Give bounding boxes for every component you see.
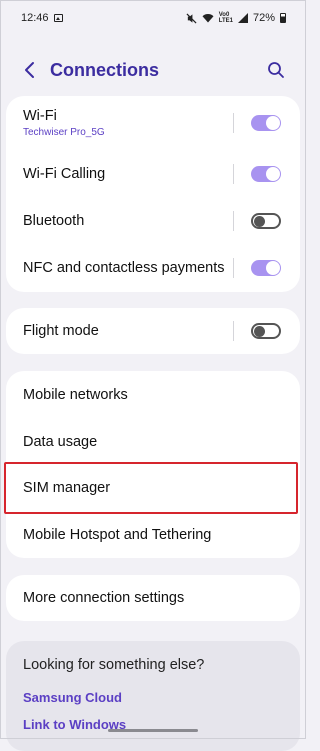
divider [233, 211, 234, 231]
connections-card-main: Wi-Fi Techwiser Pro_5G Wi-Fi Calling Blu… [6, 96, 300, 292]
network-card: Mobile networks Data usage SIM manager M… [6, 371, 300, 558]
toggle-knob [266, 116, 280, 130]
bluetooth-toggle[interactable] [251, 213, 281, 229]
app-header: Connections [0, 52, 306, 88]
samsung-cloud-link[interactable]: Samsung Cloud [23, 690, 122, 705]
bluetooth-row[interactable]: Bluetooth [6, 198, 300, 244]
flight-mode-toggle[interactable] [251, 323, 281, 339]
data-usage-label: Data usage [23, 433, 98, 450]
divider [233, 258, 234, 278]
wifi-calling-toggle[interactable] [251, 166, 281, 182]
divider [233, 321, 234, 341]
wifi-toggle[interactable] [251, 115, 281, 131]
more-connection-settings-row[interactable]: More connection settings [6, 575, 300, 621]
wifi-row[interactable]: Wi-Fi Techwiser Pro_5G [6, 100, 300, 146]
wifi-label: Wi-Fi [23, 108, 57, 124]
gallery-icon [53, 14, 63, 22]
status-time: 12:46 [21, 12, 49, 24]
search-icon[interactable] [264, 58, 288, 82]
toggle-knob [266, 261, 280, 275]
wifi-calling-label: Wi-Fi Calling [23, 166, 106, 182]
wifi-text: Wi-Fi Techwiser Pro_5G [23, 108, 105, 138]
mobile-networks-row[interactable]: Mobile networks [6, 371, 300, 418]
status-bar: 12:46 Vo0 LTE1 72% [0, 0, 306, 36]
page-title: Connections [50, 59, 160, 80]
data-usage-row[interactable]: Data usage [6, 418, 300, 465]
toggle-knob [254, 325, 265, 337]
toggle-knob [266, 167, 280, 181]
wifi-calling-row[interactable]: Wi-Fi Calling [6, 151, 300, 197]
flight-mode-row[interactable]: Flight mode [6, 308, 300, 354]
nfc-label: NFC and contactless payments [23, 260, 225, 276]
battery-icon [280, 13, 286, 23]
bluetooth-label: Bluetooth [23, 213, 85, 229]
gesture-bar [108, 729, 198, 732]
flight-mode-card: Flight mode [6, 308, 300, 354]
sim-manager-row[interactable]: SIM manager [6, 464, 300, 511]
signal-text: Vo0 LTE1 [219, 12, 233, 24]
suggestions-title: Looking for something else? [23, 657, 205, 673]
nfc-toggle[interactable] [251, 260, 281, 276]
more-connection-settings-label: More connection settings [23, 590, 185, 606]
battery-percent: 72% [252, 12, 275, 24]
sim-manager-label: SIM manager [23, 479, 111, 496]
back-arrow-icon[interactable] [18, 58, 42, 82]
divider [233, 113, 234, 133]
wifi-icon [202, 14, 214, 23]
hotspot-label: Mobile Hotspot and Tethering [23, 526, 212, 543]
status-right: Vo0 LTE1 72% [186, 12, 286, 24]
nfc-row[interactable]: NFC and contactless payments [6, 245, 300, 291]
flight-mode-label: Flight mode [23, 323, 99, 339]
status-left: 12:46 [21, 12, 63, 24]
mute-icon [186, 12, 197, 24]
signal-icon [237, 13, 248, 23]
toggle-knob [254, 215, 265, 227]
mobile-networks-label: Mobile networks [23, 386, 128, 403]
divider [233, 164, 234, 184]
signal-text-bottom: LTE1 [218, 18, 233, 24]
more-settings-card: More connection settings [6, 575, 300, 621]
hotspot-row[interactable]: Mobile Hotspot and Tethering [6, 511, 300, 558]
wifi-network-name: Techwiser Pro_5G [23, 127, 105, 138]
suggestions-card: Looking for something else? Samsung Clou… [6, 641, 300, 751]
